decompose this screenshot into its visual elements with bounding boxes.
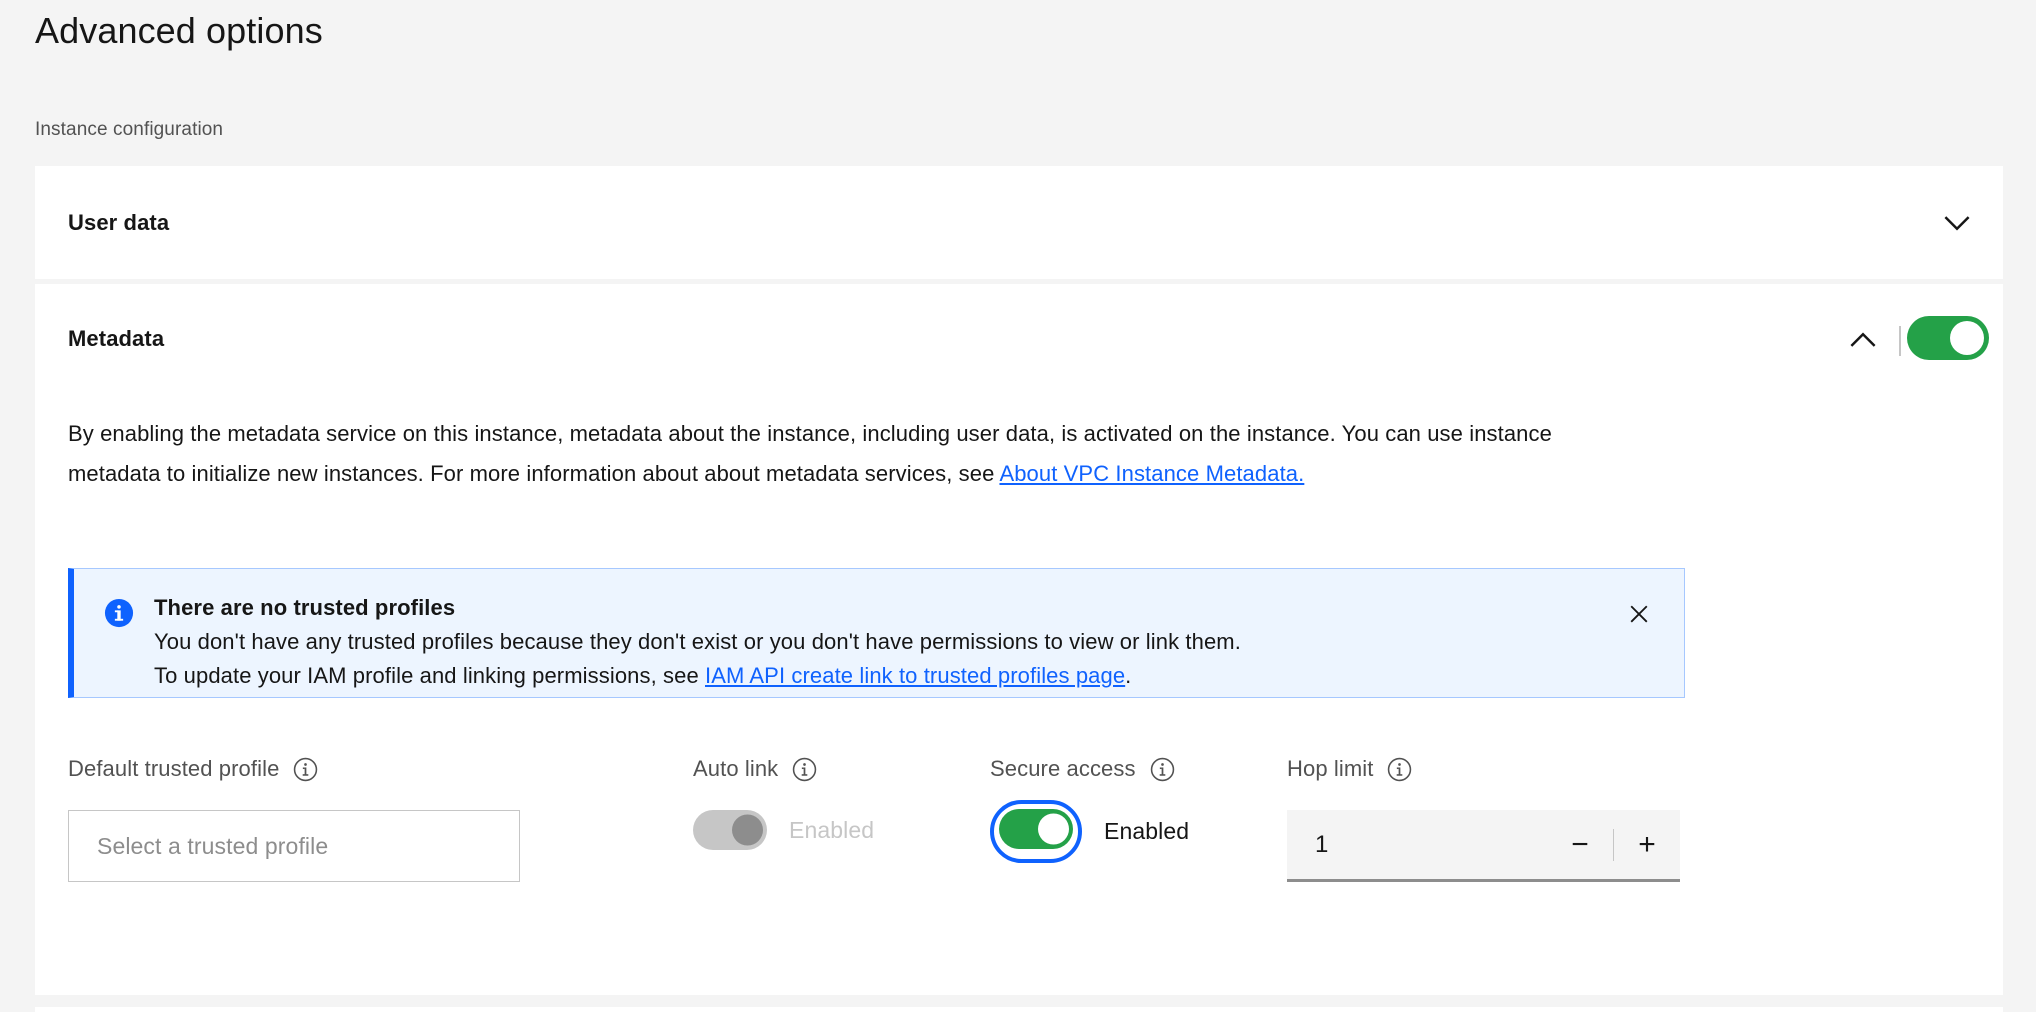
field-control-auto-link: Enabled xyxy=(693,810,874,850)
metadata-body: By enabling the metadata service on this… xyxy=(68,414,1668,494)
accordion-metadata-title: Metadata xyxy=(68,326,165,351)
close-icon[interactable] xyxy=(1624,599,1654,629)
toggle-track xyxy=(1907,316,1989,360)
field-label-text: Hop limit xyxy=(1287,756,1374,781)
field-label-auto-link: Auto link xyxy=(693,754,874,784)
field-control-hop-limit: 1 − + xyxy=(1287,810,1680,882)
metadata-enable-toggle[interactable] xyxy=(1907,316,1989,360)
field-secure-access: Secure access Enabled xyxy=(990,754,1189,863)
field-control-default-trusted-profile: Select a trusted profile xyxy=(68,810,520,882)
accordion-user-data[interactable]: User data xyxy=(35,166,2003,279)
field-label-secure-access: Secure access xyxy=(990,754,1189,784)
notification-body-line-2: To update your IAM profile and linking p… xyxy=(154,659,1574,693)
notification-title: There are no trusted profiles xyxy=(154,595,456,620)
information-filled-icon xyxy=(104,598,134,628)
field-control-secure-access: Enabled xyxy=(990,800,1189,863)
field-default-trusted-profile: Default trusted profile Select a trusted… xyxy=(68,754,520,882)
toggle-track xyxy=(693,810,767,850)
hop-limit-increment-button[interactable]: + xyxy=(1614,810,1680,879)
field-auto-link: Auto link Enabled xyxy=(693,754,874,850)
field-label-text: Secure access xyxy=(990,756,1136,781)
chevron-down-icon[interactable] xyxy=(1937,203,1977,243)
field-label-text: Auto link xyxy=(693,756,779,781)
iam-api-create-link-to-trusted-profiles-link[interactable]: IAM API create link to trusted profiles … xyxy=(705,663,1125,688)
toggle-knob xyxy=(732,814,763,846)
hop-limit-value[interactable]: 1 xyxy=(1287,831,1547,859)
field-label-hop-limit: Hop limit xyxy=(1287,754,1680,784)
hop-limit-decrement-button[interactable]: − xyxy=(1547,810,1613,879)
accordion-user-data-header[interactable]: User data xyxy=(35,166,2003,279)
about-vpc-instance-metadata-link[interactable]: About VPC Instance Metadata. xyxy=(999,461,1304,486)
notification-body-line-1: You don't have any trusted profiles beca… xyxy=(154,629,1241,654)
information-icon[interactable] xyxy=(293,757,318,782)
notification-body-suffix: . xyxy=(1125,663,1132,688)
accordion-user-data-title: User data xyxy=(68,210,170,235)
page-title: Advanced options xyxy=(35,10,323,51)
section-label-instance-configuration: Instance configuration xyxy=(35,119,224,140)
header-divider xyxy=(1899,326,1901,356)
chevron-up-icon[interactable] xyxy=(1843,320,1883,360)
advanced-options-page: Advanced options Instance configuration … xyxy=(0,0,2036,1012)
information-icon[interactable] xyxy=(1150,757,1175,782)
no-trusted-profiles-notification: There are no trusted profiles You don't … xyxy=(68,568,1685,698)
toggle-knob xyxy=(1950,321,1984,355)
field-label-text: Default trusted profile xyxy=(68,756,280,781)
metadata-form-row: Default trusted profile Select a trusted… xyxy=(35,754,2003,934)
toggle-knob xyxy=(1038,813,1069,845)
information-icon[interactable] xyxy=(1387,757,1412,782)
toggle-track xyxy=(999,809,1073,849)
accordion-metadata: Metadata By enabling the metadata servic… xyxy=(35,284,2003,995)
auto-link-state-label: Enabled xyxy=(789,816,875,843)
metadata-description: By enabling the metadata service on this… xyxy=(68,414,1628,494)
next-section-strip xyxy=(35,1007,2003,1012)
notification-body-prefix: To update your IAM profile and linking p… xyxy=(154,663,705,688)
secure-access-focus-ring xyxy=(990,800,1082,863)
auto-link-toggle[interactable] xyxy=(693,810,767,850)
secure-access-toggle[interactable] xyxy=(999,809,1073,849)
secure-access-state-label: Enabled xyxy=(1104,818,1190,844)
field-hop-limit: Hop limit 1 − + xyxy=(1287,754,1680,882)
information-icon[interactable] xyxy=(792,757,817,782)
notification-text: There are no trusted profiles You don't … xyxy=(154,591,1574,693)
field-label-default-trusted-profile: Default trusted profile xyxy=(68,754,520,784)
hop-limit-stepper[interactable]: 1 − + xyxy=(1287,810,1680,882)
trusted-profile-select[interactable]: Select a trusted profile xyxy=(68,810,520,882)
metadata-description-text: By enabling the metadata service on this… xyxy=(68,421,1552,486)
